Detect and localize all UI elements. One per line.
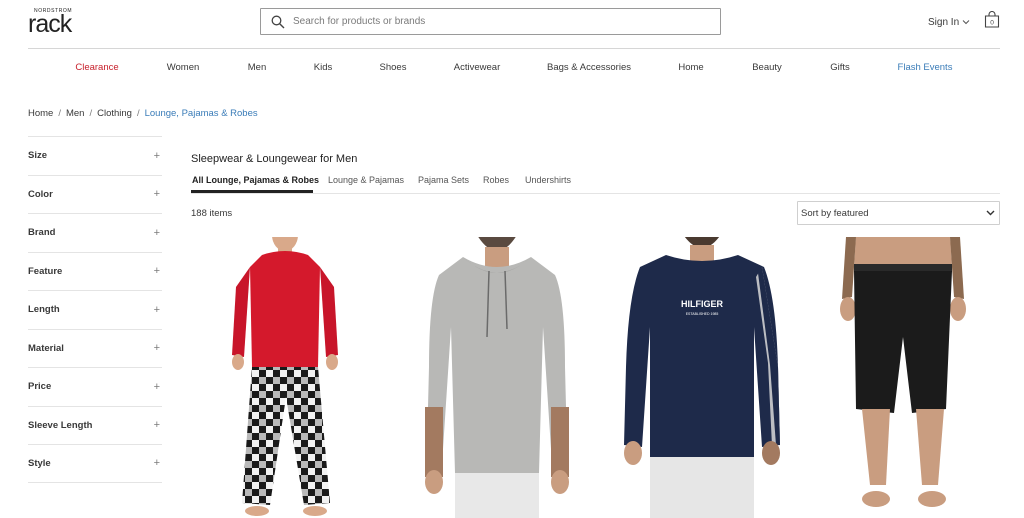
sign-in-menu[interactable]: Sign In [928,17,970,28]
shopping-bag-icon[interactable]: 0 [984,11,1000,28]
sort-dropdown[interactable]: Sort by featured [797,201,1000,225]
shirt-print-text: HILFIGER [681,299,723,309]
nav-item-clearance[interactable]: Clearance [75,62,118,73]
sort-label: Sort by featured [801,207,869,219]
plus-icon: + [153,342,160,355]
product-image[interactable] [210,237,360,518]
tab-pajama-sets[interactable]: Pajama Sets [418,175,469,185]
shirt-print-subtext: ESTABLISHED 1985 [686,312,719,316]
item-count: 188 items [191,208,233,219]
plus-icon: + [153,188,160,201]
breadcrumb: Home / Men / Clothing / Lounge, Pajamas … [28,108,258,119]
filter-size[interactable]: Size + [28,136,162,175]
plus-icon: + [153,265,160,278]
filter-price[interactable]: Price + [28,367,162,406]
header-divider [28,48,1000,49]
product-card[interactable] [210,237,360,518]
product-image[interactable] [405,237,585,518]
tab-undershirts[interactable]: Undershirts [525,175,571,185]
product-image[interactable]: HILFIGER ESTABLISHED 1985 [612,237,792,518]
filter-label: Sleeve Length [28,419,93,431]
nav-item-kids[interactable]: Kids [314,62,332,73]
filter-label: Price [28,381,52,393]
plus-icon: + [153,419,160,432]
nav-item-activewear[interactable]: Activewear [454,62,500,73]
filter-label: Color [28,188,53,200]
chevron-down-icon [962,17,970,28]
breadcrumb-clothing[interactable]: Clothing [97,108,132,119]
nav-item-shoes[interactable]: Shoes [380,62,407,73]
active-tab-indicator [191,190,313,193]
plus-icon: + [153,380,160,393]
breadcrumb-current[interactable]: Lounge, Pajamas & Robes [145,108,258,119]
sign-in-label: Sign In [928,17,960,28]
filter-length[interactable]: Length + [28,290,162,329]
breadcrumb-separator: / [89,108,93,119]
filter-label: Length [28,304,60,316]
filter-label: Material [28,342,64,354]
nordstrom-rack-logo[interactable]: NORDSTROM rack [28,8,88,38]
breadcrumb-men[interactable]: Men [66,108,84,119]
filter-material[interactable]: Material + [28,328,162,368]
product-card[interactable] [828,237,978,518]
page-title: Sleepwear & Loungewear for Men [191,153,358,165]
filter-brand[interactable]: Brand + [28,213,162,252]
main-nav: Clearance Women Men Kids Shoes Activewea… [28,60,1000,76]
plus-icon: + [153,226,160,239]
search-icon[interactable] [267,11,289,33]
nav-item-home[interactable]: Home [678,62,703,73]
filter-label: Brand [28,227,56,239]
breadcrumb-home[interactable]: Home [28,108,53,119]
plus-icon: + [153,303,160,316]
product-card[interactable] [405,237,585,518]
filter-label: Style [28,457,51,469]
tab-all-lounge[interactable]: All Lounge, Pajamas & Robes [192,175,319,185]
nav-item-bags-accessories[interactable]: Bags & Accessories [547,62,631,73]
plus-icon: + [153,457,160,470]
plus-icon: + [153,149,160,162]
logo-big-text: rack [28,10,72,38]
filter-sidebar: Size + Color + Brand + Feature + Length + Mat… [28,136,162,483]
filter-style[interactable]: Style + [28,444,162,483]
bag-count: 0 [990,20,994,27]
chevron-down-icon [986,208,995,219]
nav-item-gifts[interactable]: Gifts [830,62,850,73]
tab-robes[interactable]: Robes [483,175,509,185]
filter-color[interactable]: Color + [28,174,162,214]
filter-feature[interactable]: Feature + [28,251,162,291]
filter-label: Feature [28,265,63,277]
filter-label: Size [28,150,48,162]
nav-item-women[interactable]: Women [167,62,200,73]
search-box[interactable] [260,8,721,35]
filter-sleeve-length[interactable]: Sleeve Length + [28,405,162,445]
tab-lounge-pajamas[interactable]: Lounge & Pajamas [328,175,404,185]
nav-item-beauty[interactable]: Beauty [752,62,782,73]
nav-item-flash-events[interactable]: Flash Events [898,62,953,73]
breadcrumb-separator: / [136,108,140,119]
search-input[interactable] [293,16,693,27]
breadcrumb-separator: / [58,108,61,119]
nav-item-men[interactable]: Men [248,62,266,73]
product-card[interactable]: HILFIGER ESTABLISHED 1985 [612,237,792,518]
product-image[interactable] [828,237,978,518]
category-tabs: All Lounge, Pajamas & Robes Lounge & Paj… [191,170,1000,194]
